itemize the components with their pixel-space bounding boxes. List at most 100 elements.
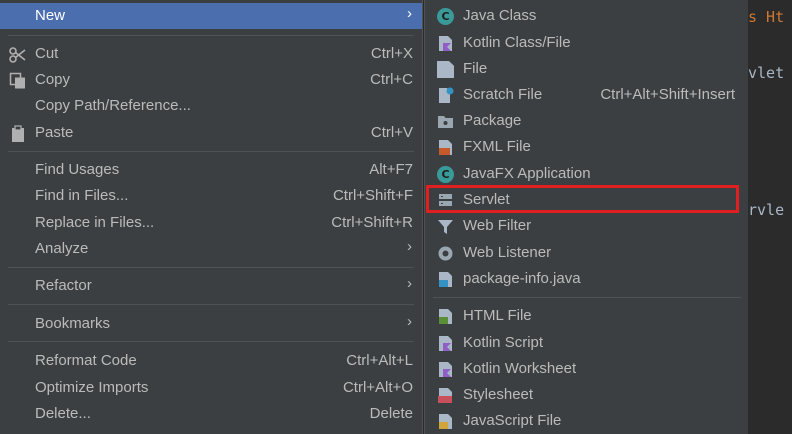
menu-item-refactor[interactable]: Refactor › [0, 273, 422, 299]
submenu-item-kotlin-class[interactable]: Kotlin Class/File [425, 30, 747, 56]
submenu-item-kotlin-script[interactable]: Kotlin Script [425, 330, 747, 356]
menu-item-copy[interactable]: Copy Ctrl+C [0, 67, 422, 93]
menu-item-replace-in-files[interactable]: Replace in Files... Ctrl+Shift+R [0, 210, 422, 236]
submenu-item-java-class[interactable]: C Java Class [425, 3, 747, 29]
menu-item-find-usages[interactable]: Find Usages Alt+F7 [0, 157, 422, 183]
code-text-line3: rvle [748, 201, 785, 219]
java-file-icon [437, 271, 454, 288]
filter-icon [437, 218, 454, 235]
shortcut-text: Ctrl+C [370, 71, 413, 88]
menu-item-label: Copy [35, 71, 71, 88]
submenu-item-label: Kotlin Class/File [463, 34, 571, 51]
submenu-item-label: Package [463, 112, 522, 129]
copy-icon [9, 72, 27, 90]
submenu-item-label: Web Listener [463, 244, 552, 261]
shortcut-text: Ctrl+Alt+L [346, 352, 413, 369]
menu-item-label: Reformat Code [35, 352, 137, 369]
submenu-item-package[interactable]: Package [425, 108, 747, 134]
menu-item-label: Delete... [35, 405, 91, 422]
menu-separator [8, 151, 414, 152]
menu-separator [433, 297, 741, 298]
shortcut-text: Alt+F7 [369, 161, 413, 178]
menu-item-label: Analyze [35, 240, 89, 257]
menu-item-label: Bookmarks [35, 315, 111, 332]
context-menu: New › Cut Ctrl+X Copy Ctrl+C Copy Path/R… [0, 0, 423, 434]
submenu-item-label: HTML File [463, 307, 532, 324]
submenu-item-label: JavaScript File [463, 412, 562, 429]
chevron-right-icon: › [407, 275, 412, 292]
submenu-item-label: JavaFX Application [463, 165, 591, 182]
shortcut-text: Ctrl+Shift+F [332, 187, 413, 204]
submenu-item-label: Scratch File [463, 86, 543, 103]
html-file-icon [437, 308, 454, 325]
submenu-item-label: File [463, 60, 488, 77]
submenu-item-label: Kotlin Script [463, 334, 544, 351]
menu-item-analyze[interactable]: Analyze › [0, 236, 422, 262]
submenu-item-web-filter[interactable]: Web Filter [425, 213, 747, 239]
javafx-class-icon: C [437, 166, 454, 183]
submenu-item-html-file[interactable]: HTML File [425, 303, 747, 329]
menu-separator [8, 267, 414, 268]
menu-item-label: Cut [35, 45, 59, 62]
code-text-line2: vlet [748, 64, 785, 82]
shortcut-text: Ctrl+Alt+Shift+Insert [600, 86, 735, 103]
menu-item-reformat-code[interactable]: Reformat Code Ctrl+Alt+L [0, 348, 422, 374]
menu-item-bookmarks[interactable]: Bookmarks › [0, 311, 422, 337]
css-file-icon [437, 387, 454, 404]
submenu-item-javascript-file[interactable]: JavaScript File [425, 408, 747, 434]
menu-item-label: Replace in Files... [35, 214, 155, 231]
menu-item-cut[interactable]: Cut Ctrl+X [0, 41, 422, 67]
scissors-icon [9, 46, 27, 64]
menu-item-label: New [35, 7, 66, 24]
listener-icon [437, 245, 454, 262]
kotlin-script-icon [437, 335, 454, 352]
fxml-file-icon [437, 139, 454, 156]
chevron-right-icon: › [407, 5, 412, 22]
submenu-item-servlet[interactable]: Servlet [425, 187, 747, 213]
shortcut-text: Ctrl+V [370, 124, 413, 141]
submenu-item-label: Servlet [463, 191, 510, 208]
submenu-item-label: Java Class [463, 7, 537, 24]
file-icon [437, 61, 454, 78]
code-text-line1: s Ht [748, 8, 785, 26]
code-editor[interactable]: s Ht vlet rvle [748, 0, 792, 434]
menu-separator [8, 341, 414, 342]
package-icon [437, 113, 454, 130]
submenu-item-stylesheet[interactable]: Stylesheet [425, 382, 747, 408]
shortcut-text: Ctrl+X [370, 45, 413, 62]
menu-item-find-in-files[interactable]: Find in Files... Ctrl+Shift+F [0, 183, 422, 209]
java-class-icon: C [437, 8, 454, 25]
menu-item-label: Optimize Imports [35, 379, 149, 396]
scratch-file-icon [437, 87, 454, 104]
menu-item-label: Find in Files... [35, 187, 129, 204]
submenu-item-scratch-file[interactable]: Scratch File Ctrl+Alt+Shift+Insert [425, 82, 747, 108]
menu-item-label: Paste [35, 124, 74, 141]
menu-item-new[interactable]: New › [0, 3, 422, 29]
shortcut-text: Delete [369, 405, 413, 422]
menu-item-optimize-imports[interactable]: Optimize Imports Ctrl+Alt+O [0, 375, 422, 401]
submenu-item-file[interactable]: File [425, 56, 747, 82]
submenu-item-label: Web Filter [463, 217, 532, 234]
new-submenu: C Java Class Kotlin Class/File File Scra… [424, 0, 748, 434]
servlet-icon [437, 192, 454, 209]
javascript-file-icon [437, 413, 454, 430]
menu-item-paste[interactable]: Paste Ctrl+V [0, 120, 422, 146]
shortcut-text: Ctrl+Alt+O [342, 379, 413, 396]
chevron-right-icon: › [407, 313, 412, 330]
submenu-item-label: package-info.java [463, 270, 581, 287]
submenu-item-kotlin-worksheet[interactable]: Kotlin Worksheet [425, 356, 747, 382]
submenu-item-fxml-file[interactable]: FXML File [425, 134, 747, 160]
submenu-item-package-info[interactable]: package-info.java [425, 266, 747, 292]
submenu-item-javafx-application[interactable]: C JavaFX Application [425, 161, 747, 187]
submenu-item-label: Kotlin Worksheet [463, 360, 577, 377]
menu-item-copy-path[interactable]: Copy Path/Reference... [0, 93, 422, 119]
menu-item-label: Refactor [35, 277, 92, 294]
menu-item-delete[interactable]: Delete... Delete [0, 401, 422, 427]
kotlin-worksheet-icon [437, 361, 454, 378]
submenu-item-label: Stylesheet [463, 386, 534, 403]
chevron-right-icon: › [407, 238, 412, 255]
menu-separator [8, 304, 414, 305]
submenu-item-web-listener[interactable]: Web Listener [425, 240, 747, 266]
menu-item-label: Find Usages [35, 161, 120, 178]
kotlin-file-icon [437, 35, 454, 52]
